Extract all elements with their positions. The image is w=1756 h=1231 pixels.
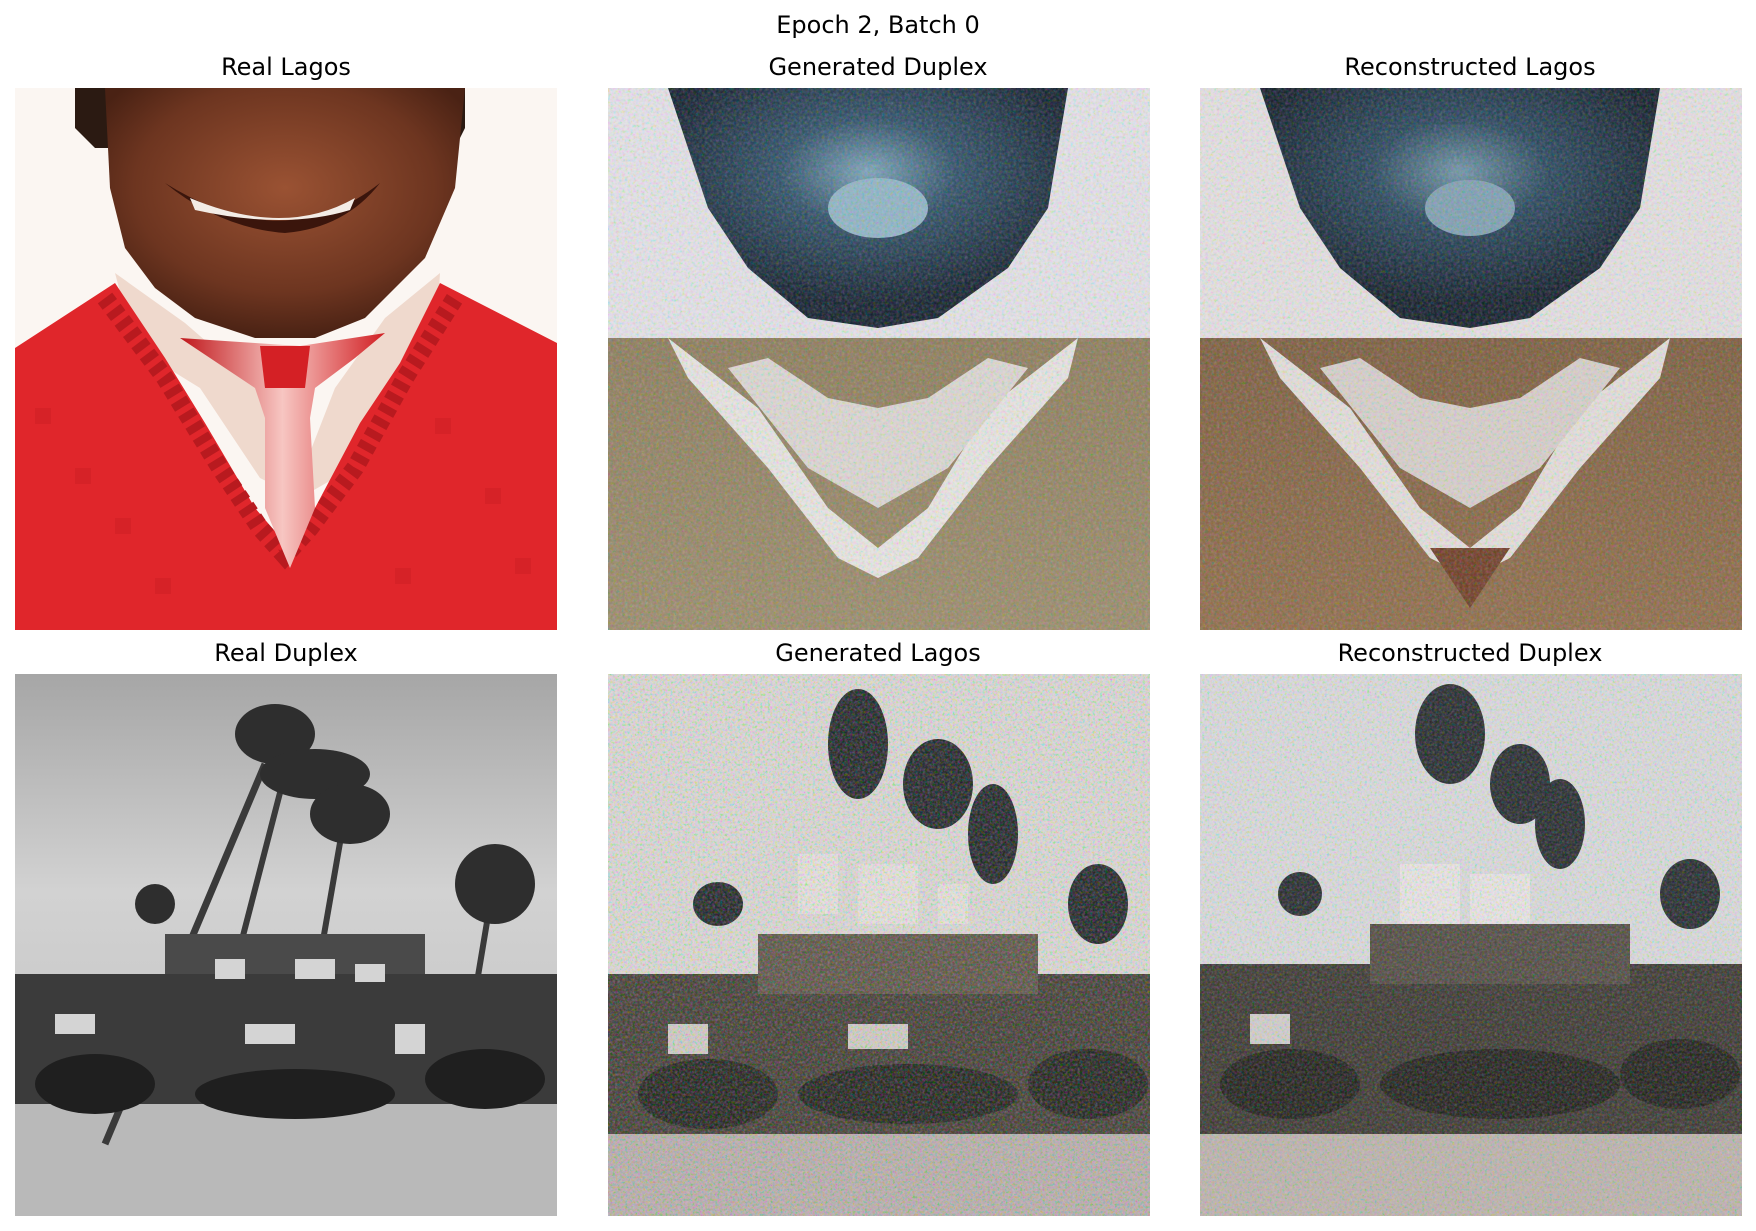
panel-title-generated-lagos: Generated Lagos [775,639,981,667]
portrait-image [15,88,557,630]
image-reconstructed-lagos [1200,88,1742,630]
image-reconstructed-duplex [1200,674,1742,1216]
image-generated-lagos [608,674,1150,1216]
image-real-duplex [15,674,557,1216]
panel-title-reconstructed-lagos: Reconstructed Lagos [1344,53,1596,81]
house-photo-image [15,674,557,1216]
generated-image [608,88,1150,630]
figure-title: Epoch 2, Batch 0 [776,11,980,39]
reconstructed-image [1200,88,1742,630]
panel-title-real-lagos: Real Lagos [221,53,351,81]
reconstructed-house-image [1200,674,1742,1216]
panel-title-real-duplex: Real Duplex [214,639,358,667]
panel-title-generated-duplex: Generated Duplex [768,53,988,81]
panel-title-reconstructed-duplex: Reconstructed Duplex [1337,639,1603,667]
generated-house-image [608,674,1150,1216]
image-real-lagos [15,88,557,630]
image-generated-duplex [608,88,1150,630]
